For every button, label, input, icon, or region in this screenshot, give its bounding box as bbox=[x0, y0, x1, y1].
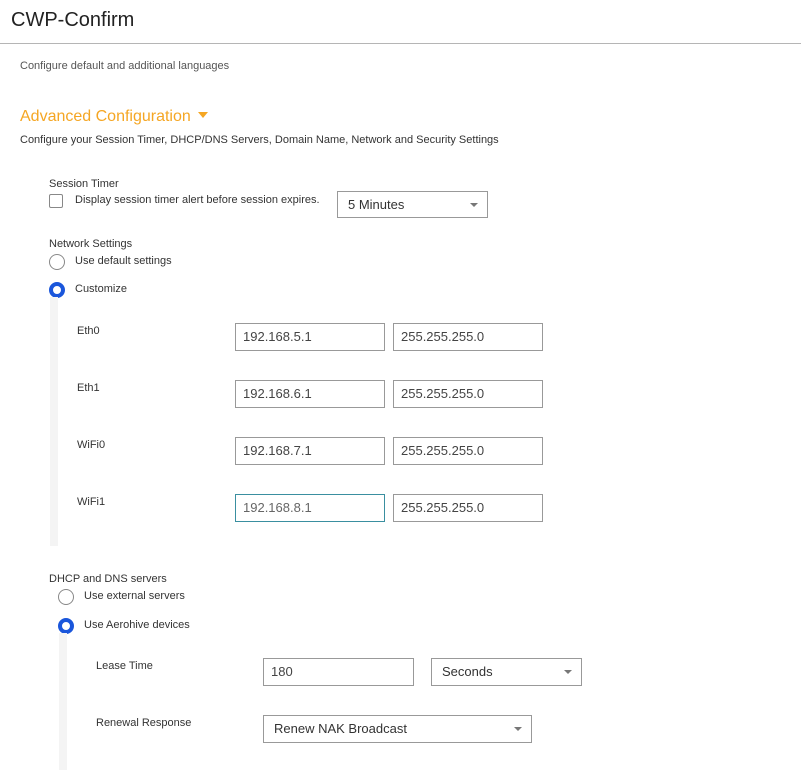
chevron-down-icon bbox=[514, 727, 522, 731]
network-default-radio[interactable] bbox=[49, 254, 65, 270]
chevron-down-icon bbox=[470, 203, 478, 207]
renewal-response-select[interactable]: Renew NAK Broadcast bbox=[263, 715, 532, 743]
interface-name: WiFi0 bbox=[77, 439, 106, 451]
app-header: CWP-Confirm bbox=[0, 0, 801, 44]
network-settings-label: Network Settings bbox=[49, 238, 133, 250]
dhcp-dns-label: DHCP and DNS servers bbox=[49, 573, 167, 585]
renewal-response-select-value: Renew NAK Broadcast bbox=[274, 721, 407, 736]
network-customize-label: Customize bbox=[75, 283, 127, 295]
lease-time-label: Lease Time bbox=[96, 660, 153, 672]
network-customize-radio[interactable] bbox=[49, 282, 65, 298]
subnet-mask-input[interactable]: 255.255.255.0 bbox=[393, 380, 543, 408]
interface-name: Eth0 bbox=[77, 325, 100, 337]
advanced-configuration-title: Advanced Configuration bbox=[20, 108, 191, 125]
advanced-configuration-description: Configure your Session Timer, DHCP/DNS S… bbox=[20, 134, 499, 146]
interface-name: Eth1 bbox=[77, 382, 100, 394]
network-custom-section-bar bbox=[50, 297, 58, 546]
page-title: CWP-Confirm bbox=[11, 9, 135, 31]
session-timer-checkbox-label: Display session timer alert before sessi… bbox=[75, 194, 320, 206]
ip-address-input[interactable]: 192.168.8.1 bbox=[235, 494, 385, 522]
dhcp-custom-section-bar bbox=[59, 633, 67, 770]
subnet-mask-input[interactable]: 255.255.255.0 bbox=[393, 437, 543, 465]
ip-address-input[interactable]: 192.168.5.1 bbox=[235, 323, 385, 351]
ip-address-input[interactable]: 192.168.6.1 bbox=[235, 380, 385, 408]
subnet-mask-input[interactable]: 255.255.255.0 bbox=[393, 323, 543, 351]
dhcp-aerohive-radio[interactable] bbox=[58, 618, 74, 634]
languages-description: Configure default and additional languag… bbox=[20, 60, 230, 72]
session-timer-label: Session Timer bbox=[49, 178, 119, 190]
dhcp-external-radio[interactable] bbox=[58, 589, 74, 605]
network-default-label: Use default settings bbox=[75, 255, 172, 267]
interface-name: WiFi1 bbox=[77, 496, 106, 508]
advanced-configuration-toggle[interactable]: Advanced Configuration bbox=[20, 108, 208, 126]
renewal-response-label: Renewal Response bbox=[96, 717, 192, 729]
subnet-mask-input[interactable]: 255.255.255.0 bbox=[393, 494, 543, 522]
lease-time-input[interactable]: 180 bbox=[263, 658, 414, 686]
lease-unit-select[interactable]: Seconds bbox=[431, 658, 582, 686]
lease-unit-select-value: Seconds bbox=[442, 664, 493, 679]
caret-down-icon bbox=[197, 112, 208, 118]
session-timer-select[interactable]: 5 Minutes bbox=[337, 191, 488, 218]
dhcp-aerohive-label: Use Aerohive devices bbox=[84, 619, 190, 631]
session-timer-checkbox[interactable] bbox=[49, 194, 63, 208]
chevron-down-icon bbox=[564, 670, 572, 674]
session-timer-select-value: 5 Minutes bbox=[348, 197, 405, 212]
dhcp-external-label: Use external servers bbox=[84, 590, 185, 602]
ip-address-input[interactable]: 192.168.7.1 bbox=[235, 437, 385, 465]
